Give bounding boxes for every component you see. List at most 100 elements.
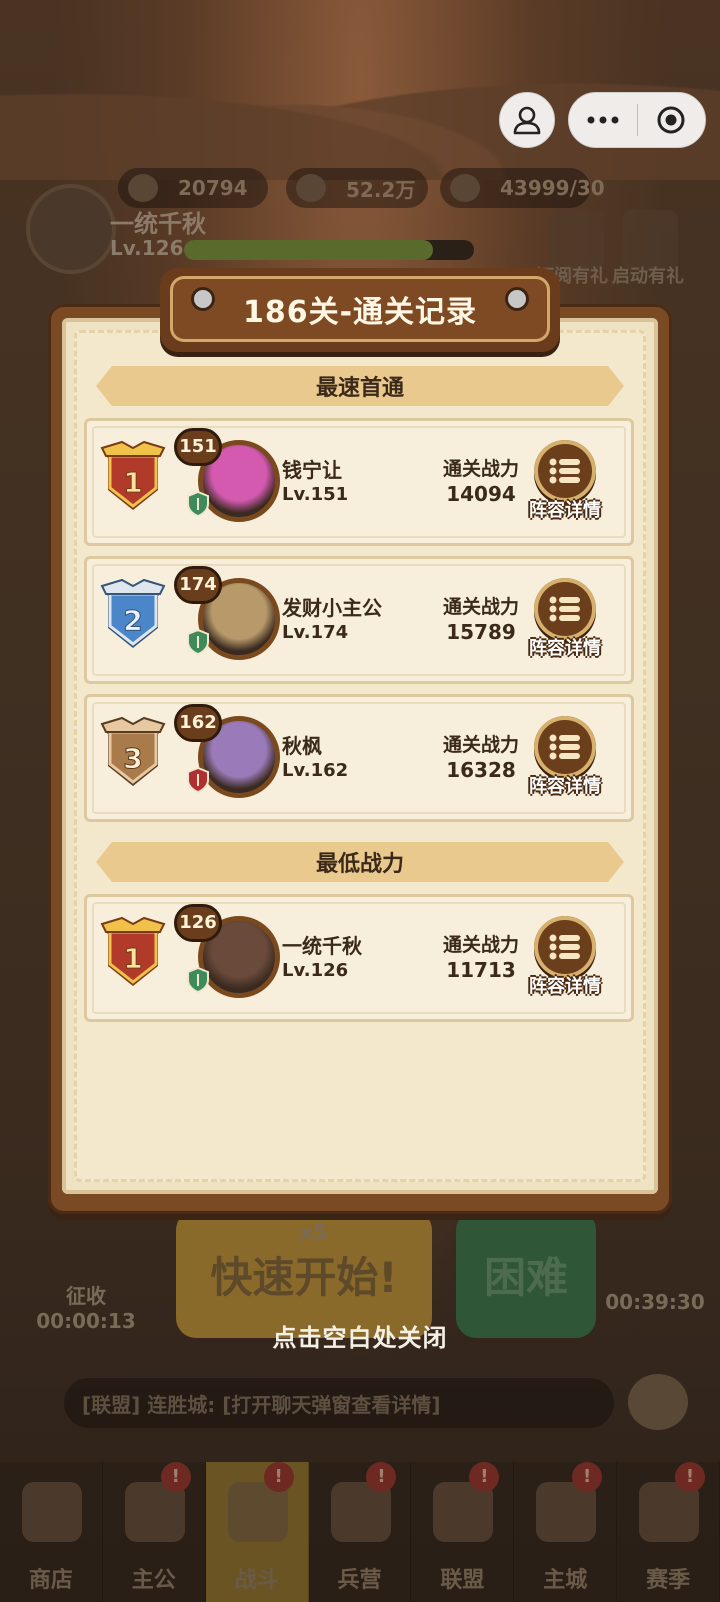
player-level: Lv.126 <box>282 960 349 981</box>
alert-badge: ! <box>160 1462 191 1492</box>
player-level: Lv.162 <box>282 760 349 781</box>
miniprogram-capsule <box>568 92 706 148</box>
bottom-nav: 商店! 主公! 战斗! 兵营! 联盟! 主城! 赛季 <box>0 1462 720 1602</box>
list-icon <box>549 596 580 622</box>
right-timer: 00:39:30 <box>605 1290 705 1314</box>
alert-badge: ! <box>572 1462 603 1492</box>
chat-bar: [联盟] 连胜城: [打开聊天弹窗查看详情] <box>64 1378 614 1428</box>
nav-item-barracks: ! 兵营 <box>308 1462 412 1602</box>
lineup-detail-button[interactable]: 阵容详情 <box>529 716 602 812</box>
record-row: 1 151 钱宁让 Lv.151 通关战力 14094 阵容详情 <box>84 418 634 546</box>
more-menu-button[interactable] <box>569 93 637 147</box>
gold-icon <box>128 174 158 202</box>
lineup-detail-circle <box>534 916 596 978</box>
lineup-detail-circle <box>534 716 596 778</box>
rank-number: 1 <box>123 942 142 975</box>
player-avatar <box>26 184 116 274</box>
lineup-detail-button[interactable]: 阵容详情 <box>529 440 602 536</box>
copper-resource: 52.2万 <box>286 168 428 208</box>
nav-label-lord: 主公 <box>131 1568 176 1593</box>
player-avatar-frame: 151 <box>174 428 284 532</box>
alert-badge: ! <box>366 1462 397 1492</box>
alert-badge: ! <box>469 1462 500 1492</box>
dialog-title-inner: 186关-通关记录 <box>170 276 550 342</box>
nav-label-shop: 商店 <box>28 1568 73 1593</box>
player-name: 一统千秋 <box>110 210 206 238</box>
exp-bar <box>184 240 474 260</box>
lineup-detail-label: 阵容详情 <box>529 976 601 997</box>
nav-item-shop: 商店 <box>0 1462 103 1602</box>
shield-icon <box>187 766 209 794</box>
lineup-detail-circle <box>534 578 596 640</box>
record-row: 1 126 一统千秋 Lv.126 通关战力 11713 阵容详情 <box>84 894 634 1022</box>
rank-badge-icon: 1 <box>100 916 166 986</box>
record-row: 2 174 发财小主公 Lv.174 通关战力 15789 阵容详情 <box>84 556 634 684</box>
launch-gift-label: 启动有礼 <box>612 266 684 287</box>
hard-mode-label: 困难 <box>483 1252 568 1302</box>
nav-label-battle: 战斗 <box>234 1568 279 1593</box>
user-icon <box>513 106 541 135</box>
shield-icon <box>187 628 209 656</box>
section-banner-lowest-power: 最低战力 <box>96 842 624 882</box>
power-label: 通关战力 <box>442 734 519 756</box>
player-avatar-frame: 174 <box>174 566 284 670</box>
rank-number: 3 <box>123 742 142 775</box>
lineup-detail-button[interactable]: 阵容详情 <box>529 578 602 674</box>
lineup-detail-label: 阵容详情 <box>529 638 601 659</box>
food-resource: 43999/30 <box>440 168 605 208</box>
nav-item-alliance: ! 联盟 <box>411 1462 515 1602</box>
section-title: 最速首通 <box>315 376 404 401</box>
record-row: 3 162 秋枫 Lv.162 通关战力 16328 阵容详情 <box>84 694 634 822</box>
shop-icon <box>22 1482 82 1542</box>
chat-bubble-icon <box>628 1374 688 1430</box>
player-name: 发财小主公 <box>282 596 382 620</box>
section-banner-fastest-clear: 最速首通 <box>96 366 624 406</box>
nav-item-battle: ! 战斗 <box>205 1462 309 1602</box>
nav-item-city: ! 主城 <box>514 1462 618 1602</box>
power-label: 通关战力 <box>442 458 519 480</box>
rank-badge-icon: 1 <box>100 440 166 510</box>
nav-label-season: 赛季 <box>646 1568 691 1593</box>
dialog-title-plate: 186关-通关记录 <box>160 268 560 352</box>
lineup-detail-label: 阵容详情 <box>529 776 601 797</box>
lineup-detail-button[interactable]: 阵容详情 <box>529 916 602 1012</box>
player-level: Lv.174 <box>282 622 349 643</box>
power-label: 通关战力 <box>442 596 519 618</box>
rank-number: 1 <box>123 466 142 499</box>
nav-label-alliance: 联盟 <box>440 1568 485 1593</box>
coin-icon <box>296 174 326 202</box>
food-icon <box>450 174 480 202</box>
player-name: 钱宁让 <box>282 458 342 482</box>
nav-label-city: 主城 <box>543 1568 588 1593</box>
shield-icon <box>187 966 209 994</box>
more-dots-icon <box>587 116 619 124</box>
avatar-capsule-button[interactable] <box>499 92 555 148</box>
rank-badge-icon: 3 <box>100 716 166 786</box>
nav-label-barracks: 兵营 <box>337 1568 382 1593</box>
close-miniprogram-button[interactable] <box>638 93 706 147</box>
shield-icon <box>187 490 209 518</box>
rivet-left-icon <box>194 290 212 308</box>
gold-resource: 20794 <box>118 168 268 208</box>
level-bubble: 162 <box>174 704 222 742</box>
level-bubble: 174 <box>174 566 222 604</box>
start-cost: x5 <box>300 1220 327 1244</box>
close-hint[interactable]: 点击空白处关闭 <box>0 1318 720 1353</box>
rank-badge-icon: 2 <box>100 578 166 648</box>
dialog-title: 186关-通关记录 <box>242 295 478 330</box>
exp-bar-fill <box>184 240 434 260</box>
rank-number: 2 <box>123 604 142 637</box>
lineup-detail-circle <box>534 440 596 502</box>
list-icon <box>549 734 580 760</box>
player-avatar-frame: 162 <box>174 704 284 808</box>
tax-label: 征收 <box>66 1284 106 1308</box>
section-title: 最低战力 <box>315 852 404 877</box>
player-level: Lv.151 <box>282 484 349 505</box>
level-bubble: 126 <box>174 904 222 942</box>
rivet-right-icon <box>508 290 526 308</box>
launch-gift-icon <box>622 210 678 270</box>
player-name: 一统千秋 <box>282 934 362 958</box>
player-level: Lv.126 <box>110 236 184 260</box>
list-icon <box>549 458 580 484</box>
level-bubble: 151 <box>174 428 222 466</box>
